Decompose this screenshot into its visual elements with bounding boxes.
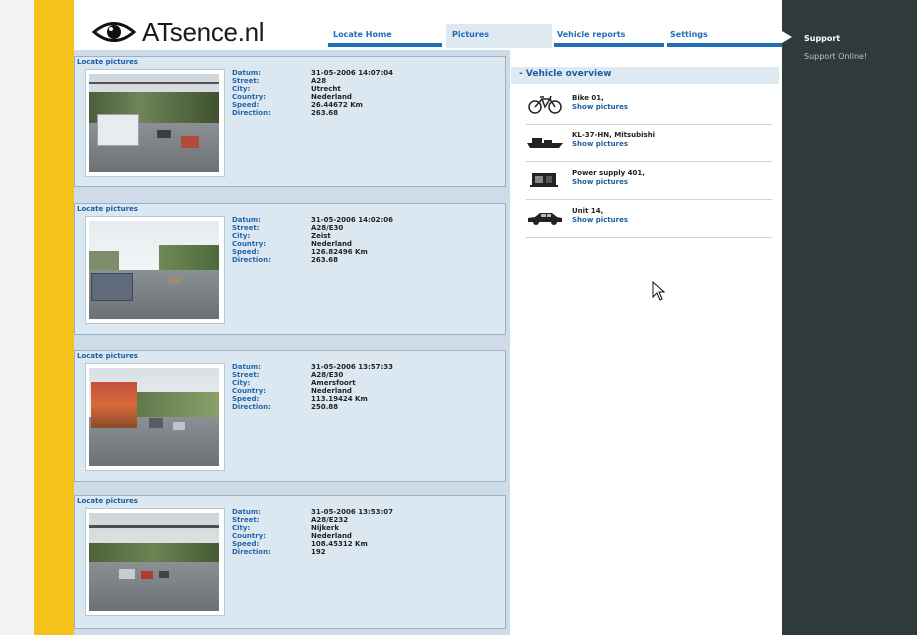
vehicle-item: KL-37-HN, Mitsubishi Show pictures bbox=[526, 125, 772, 162]
tab-underline bbox=[667, 43, 782, 47]
field-labels: Datum: Street: City: Country: Speed: Directio… bbox=[232, 363, 271, 411]
field-labels: Datum: Street: City: Country: Speed: Directio… bbox=[232, 508, 271, 556]
road-photo bbox=[89, 513, 219, 611]
field-labels: Datum: Street: City: Country: Speed: Directio… bbox=[232, 216, 271, 264]
picture-card: Locate pictures Datum: Street: City: Countr… bbox=[74, 350, 506, 482]
picture-thumbnail[interactable] bbox=[85, 508, 225, 616]
picture-thumbnail[interactable] bbox=[85, 216, 225, 324]
tab-underline bbox=[554, 43, 664, 47]
support-panel: Support Support Online! bbox=[782, 0, 917, 635]
road-photo bbox=[89, 221, 219, 319]
vehicle-item: Bike 01, Show pictures bbox=[526, 88, 772, 125]
field-values: 31-05-2006 14:02:06 A28/E30 Zeist Nederland… bbox=[311, 216, 394, 264]
bicycle-icon bbox=[528, 95, 562, 114]
picture-card: Locate pictures Datum: Street: City: Countr… bbox=[74, 495, 506, 629]
picture-thumbnail[interactable] bbox=[85, 69, 225, 177]
vehicle-overview-title: - Vehicle overview bbox=[519, 69, 612, 79]
vehicle-name: Unit 14, bbox=[572, 207, 604, 215]
show-pictures-link[interactable]: Show pictures bbox=[572, 103, 628, 111]
boat-icon bbox=[527, 138, 563, 148]
mouse-cursor-icon bbox=[652, 281, 666, 301]
field-labels: Datum: Street: City: Country: Speed: Directio… bbox=[232, 69, 271, 117]
show-pictures-link[interactable]: Show pictures bbox=[572, 216, 628, 224]
vehicle-name: KL-37-HN, Mitsubishi bbox=[572, 131, 656, 139]
card-title: Locate pictures bbox=[77, 58, 138, 66]
logo-text: ATsence.nl bbox=[142, 16, 265, 47]
left-margin bbox=[0, 0, 34, 635]
vehicle-item: Power supply 401, Show pictures bbox=[526, 163, 772, 200]
tab-settings[interactable]: Settings bbox=[670, 30, 708, 39]
card-title: Locate pictures bbox=[77, 352, 138, 360]
generator-icon bbox=[530, 173, 558, 187]
field-values: 31-05-2006 13:53:07 A28/E232 Nijkerk Nederl… bbox=[311, 508, 394, 556]
tab-vehicle-reports[interactable]: Vehicle reports bbox=[557, 30, 625, 39]
road-photo bbox=[89, 368, 219, 466]
support-online-link[interactable]: Support Online! bbox=[804, 52, 867, 61]
picture-card: Locate pictures Datum: Street: City: Countr… bbox=[74, 203, 506, 335]
eye-icon bbox=[92, 22, 136, 42]
show-pictures-link[interactable]: Show pictures bbox=[572, 140, 628, 148]
tab-underline bbox=[328, 43, 442, 47]
card-title: Locate pictures bbox=[77, 205, 138, 213]
tab-locate-home[interactable]: Locate Home bbox=[333, 30, 392, 39]
vehicle-overview-header: - Vehicle overview bbox=[511, 67, 779, 84]
tab-pictures[interactable]: Pictures bbox=[452, 30, 489, 39]
road-photo bbox=[89, 74, 219, 172]
field-values: 31-05-2006 14:07:04 A28 Utrecht Nederland 26… bbox=[311, 69, 394, 117]
vehicle-name: Bike 01, bbox=[572, 94, 604, 102]
show-pictures-link[interactable]: Show pictures bbox=[572, 178, 628, 186]
vehicle-name: Power supply 401, bbox=[572, 169, 645, 177]
field-values: 31-05-2006 13:57:33 A28/E30 Amersfoort Nede… bbox=[311, 363, 394, 411]
arrow-right-icon bbox=[782, 31, 792, 43]
vehicle-item: Unit 14, Show pictures bbox=[526, 201, 772, 238]
car-icon bbox=[528, 213, 562, 225]
left-accent-stripe bbox=[34, 0, 74, 635]
picture-card: Locate pictures Datum: Street: City: Countr… bbox=[74, 56, 506, 187]
picture-thumbnail[interactable] bbox=[85, 363, 225, 471]
support-link[interactable]: Support bbox=[804, 34, 840, 43]
card-title: Locate pictures bbox=[77, 497, 138, 505]
logo[interactable]: ATsence.nl bbox=[92, 15, 265, 49]
